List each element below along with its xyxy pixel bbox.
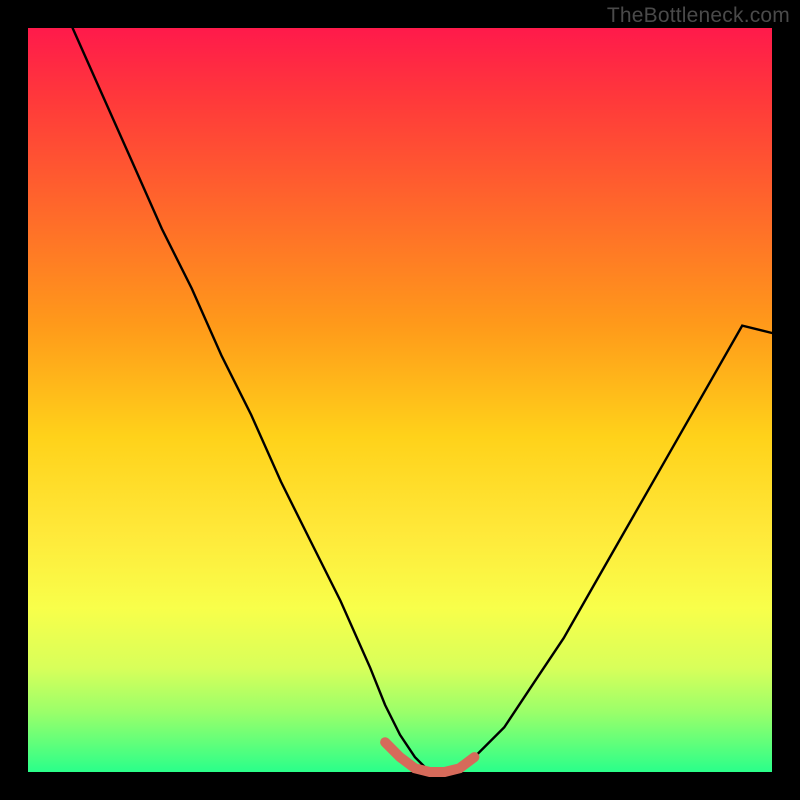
chart-svg <box>28 28 772 772</box>
chart-frame: TheBottleneck.com <box>0 0 800 800</box>
bottleneck-curve <box>73 28 772 772</box>
plot-area <box>28 28 772 772</box>
watermark-text: TheBottleneck.com <box>607 4 790 28</box>
highlight-valley <box>385 742 474 772</box>
